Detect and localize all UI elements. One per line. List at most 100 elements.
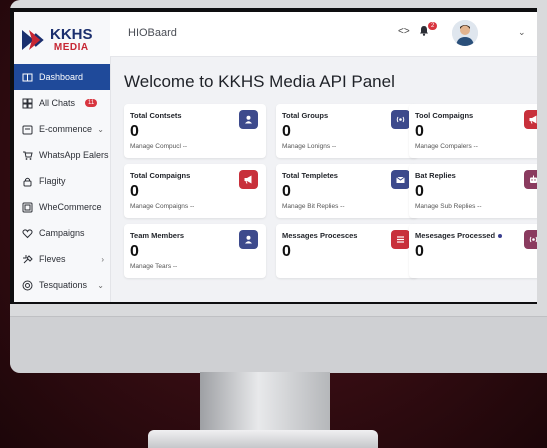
status-dot [498,234,503,239]
logo-line2: MEDIA [53,42,89,53]
stat-card-link[interactable]: Manage Tears -- [130,263,177,270]
stat-card-title-text: Bat Replies [415,171,456,180]
stat-card[interactable]: Mesesages Processed 0 [409,224,537,278]
sidebar-item-label: WheCommerce [39,202,102,212]
broadcast-icon [524,230,537,249]
user-icon [239,230,258,249]
stat-card-title: Total Compaigns [130,171,190,180]
megaphone-icon [524,110,537,129]
sidebar-item-label: WhatsApp Ealers [39,150,109,160]
stat-card-link[interactable]: Manage Compaigns -- [130,203,194,210]
cart-icon [22,150,33,161]
stat-card-value: 0 [415,243,424,260]
stat-card-value: 0 [130,123,139,140]
stat-card-value: 0 [415,183,424,200]
app-window: KKHS MEDIA Dashboard All Chats 11 E-commenc… [14,12,537,302]
user-avatar[interactable] [452,20,478,46]
stat-card-title-text: Tool Compaigns [415,111,474,120]
stat-card-link[interactable]: Manage Sub Replies -- [415,203,481,210]
stat-card-value: 0 [282,243,291,260]
stat-card-title: Tool Compaigns [415,111,473,120]
grid-icon [22,98,33,109]
sidebar-item-7[interactable]: Fleves › [14,246,110,272]
chevron-icon[interactable]: › [101,255,104,264]
monitor-base [148,430,378,448]
stat-card-link[interactable]: Manage Lonigns -- [282,143,336,150]
stat-card-title: Total Templetes [282,171,338,180]
monitor-chin [10,316,547,373]
count-badge: 11 [85,99,98,107]
stat-card-value: 0 [282,123,291,140]
stat-card[interactable]: Total Contsets 0 Manage Compucl -- [124,104,266,158]
bot-icon [524,170,537,189]
stat-card[interactable]: Messages Procesces 0 [276,224,418,278]
mail-icon [391,170,410,189]
sidebar-item-label: Campaigns [39,228,85,238]
logo[interactable]: KKHS MEDIA [14,12,110,56]
stat-card-title: Messages Procesces [282,231,357,240]
sidebar-item-2[interactable]: E-commence ⌄ [14,116,110,142]
stat-card-title-text: Total Templetes [282,171,338,180]
sidebar-nav: Dashboard All Chats 11 E-commence ⌄ WhatsApp … [14,64,110,298]
sidebar: KKHS MEDIA Dashboard All Chats 11 E-commenc… [14,12,111,302]
stat-card-title: Mesesages Processed [415,231,503,240]
stat-card-value: 0 [415,123,424,140]
app-title: HIOBaard [128,27,177,39]
sidebar-item-5[interactable]: WheCommerce [14,194,110,220]
stat-card-title: Total Groups [282,111,328,120]
stat-card[interactable]: Tool Compaigns 0 Manage Compalers -- [409,104,537,158]
stat-card-title-text: Total Contsets [130,111,182,120]
stat-card-title-text: Messages Procesces [282,231,358,240]
sidebar-item-label: Tesquations [39,280,88,290]
stat-card[interactable]: Bat Replies 0 Manage Sub Replies -- [409,164,537,218]
target-icon [22,280,33,291]
stat-card-title: Team Members [130,231,184,240]
sidebar-item-3[interactable]: WhatsApp Ealers [14,142,110,168]
code-icon[interactable]: <> [398,26,410,37]
sidebar-item-4[interactable]: Flagity [14,168,110,194]
stat-card-value: 0 [130,243,139,260]
heart-icon [22,228,33,239]
stat-card-value: 0 [282,183,291,200]
sidebar-item-label: Dashboard [39,72,84,82]
logo-mark-icon [22,30,44,50]
broadcast-icon [391,110,410,129]
chevron-icon[interactable]: ⌄ [97,281,104,290]
sidebar-item-6[interactable]: Campaigns [14,220,110,246]
tools-icon [22,254,33,265]
stat-card-title-text: Total Groups [282,111,329,120]
stat-card-title-text: Mesesages Processed [415,231,496,240]
sidebar-item-8[interactable]: Tesquations ⌄ [14,272,110,298]
user-icon [239,110,258,129]
stat-card[interactable]: Total Compaigns 0 Manage Compaigns -- [124,164,266,218]
sidebar-item-label: Fleves [39,254,66,264]
top-header: HIOBaard <> 2 ⌄ [110,12,537,57]
megaphone-icon [239,170,258,189]
book-icon [22,72,33,83]
square-icon [22,202,33,213]
stat-card-value: 0 [130,183,139,200]
chevron-icon[interactable]: ⌄ [97,125,104,134]
sidebar-item-label: E-commence [39,124,93,134]
avatar-person-icon [452,20,478,46]
stat-card[interactable]: Total Templetes 0 Manage Bit Replies -- [276,164,418,218]
list-icon [391,230,410,249]
sidebar-item-label: All Chats [39,98,76,108]
stat-card-title: Bat Replies [415,171,456,180]
sidebar-item-0[interactable]: Dashboard [14,64,110,90]
stat-card-link[interactable]: Manage Compucl -- [130,143,187,150]
stat-card-link[interactable]: Manage Bit Replies -- [282,203,345,210]
sidebar-item-1[interactable]: All Chats 11 [14,90,110,116]
notification-badge: 2 [428,22,438,30]
chevron-down-icon[interactable]: ⌄ [518,27,526,38]
stat-card-title: Total Contsets [130,111,182,120]
stat-card-link[interactable]: Manage Compalers -- [415,143,478,150]
stat-card[interactable]: Total Groups 0 Manage Lonigns -- [276,104,418,158]
stat-card-title-text: Team Members [130,231,185,240]
lock-icon [22,176,33,187]
cart-box-icon [22,124,33,135]
stat-card[interactable]: Team Members 0 Manage Tears -- [124,224,266,278]
page-title: Welcome to KKHS Media API Panel [124,72,395,91]
logo-line1: KKHS [50,26,93,43]
stat-card-title-text: Total Compaigns [130,171,191,180]
